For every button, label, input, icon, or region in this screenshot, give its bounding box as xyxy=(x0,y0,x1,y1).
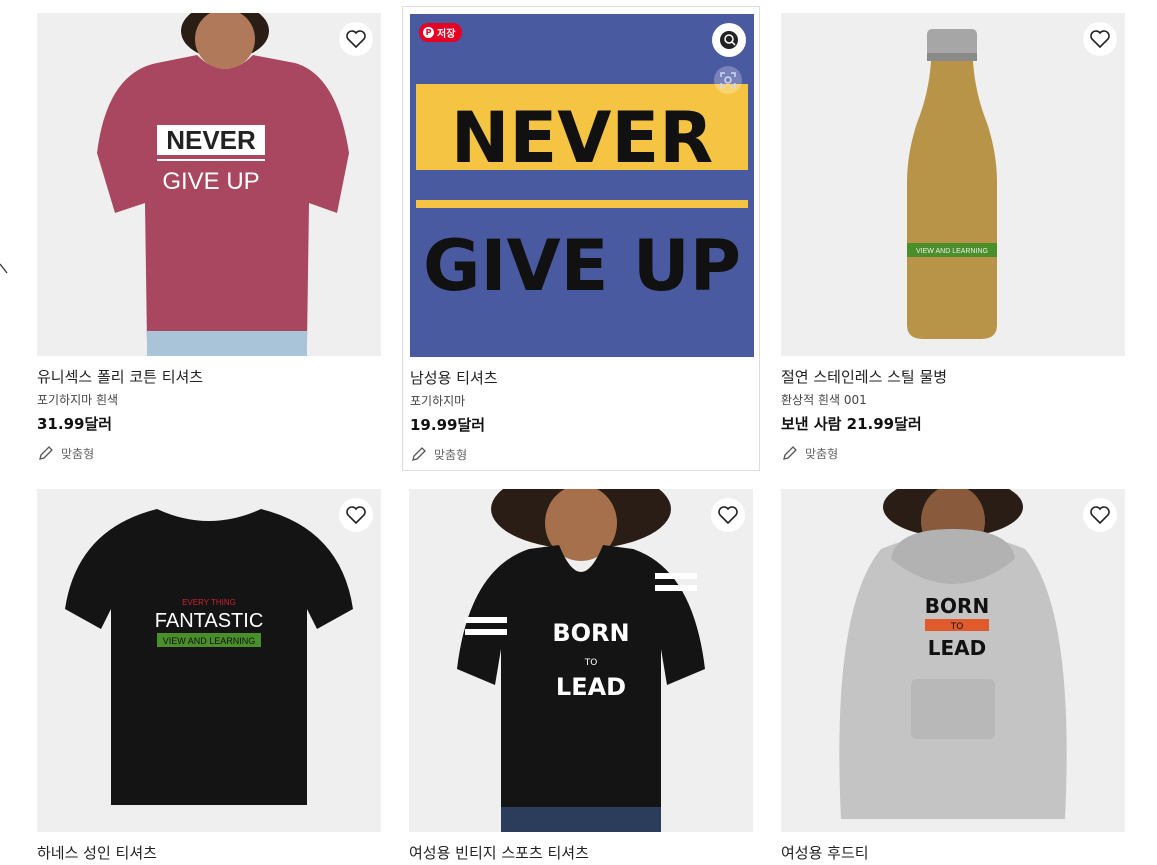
favorite-button[interactable] xyxy=(1083,498,1117,532)
pinterest-save-button[interactable]: P 저장 xyxy=(419,23,463,42)
product-title[interactable]: 여성용 빈티지 스포츠 티셔츠 xyxy=(409,842,753,863)
product-image[interactable]: NEVER GIVE UP xyxy=(37,13,381,356)
vintage-sports-tee-illustration: BORN TO LEAD xyxy=(409,489,753,832)
product-title[interactable]: 여성용 후드티 xyxy=(781,842,1125,863)
favorite-button[interactable] xyxy=(712,23,746,57)
customize-label: 맞춤형 xyxy=(805,446,839,461)
customize-link[interactable]: 맞춤형 xyxy=(37,444,381,462)
customize-link[interactable]: 맞춤형 xyxy=(781,444,1125,462)
design-text: BORN xyxy=(552,619,629,647)
black-tshirt-illustration: EVERY THING FANTASTIC VIEW AND LEARNING xyxy=(37,489,381,832)
never-give-up-poster: NEVER GIVE UP xyxy=(410,14,754,357)
product-image[interactable]: NEVER GIVE UP P 저장 xyxy=(410,14,754,357)
design-text: LEAD xyxy=(928,636,987,660)
product-image[interactable]: BORN TO LEAD xyxy=(781,489,1125,832)
product-subtitle: 포기하지마 xyxy=(410,394,466,408)
hoodie-illustration: BORN TO LEAD xyxy=(781,489,1125,832)
lens-search-button[interactable] xyxy=(714,66,742,94)
design-text: LEAD xyxy=(556,673,626,701)
product-card[interactable]: EVERY THING FANTASTIC VIEW AND LEARNING … xyxy=(37,489,381,863)
product-price: 31.99달러 xyxy=(37,415,113,433)
heart-icon xyxy=(718,506,738,524)
product-price: 19.99달러 xyxy=(410,416,486,434)
design-text: BORN xyxy=(925,594,989,618)
lens-icon xyxy=(720,72,736,88)
product-image[interactable]: EVERY THING FANTASTIC VIEW AND LEARNING xyxy=(37,489,381,832)
product-card[interactable]: VIEW AND LEARNING 절연 스테인레스 스틸 물병 환상적 흰색 … xyxy=(781,13,1125,462)
visual-search-icon xyxy=(720,31,738,49)
design-text: NEVER xyxy=(166,125,256,155)
design-text: VIEW AND LEARNING xyxy=(163,636,256,646)
pencil-icon xyxy=(39,446,53,460)
favorite-button[interactable] xyxy=(711,498,745,532)
product-image[interactable]: BORN TO LEAD xyxy=(409,489,753,832)
product-title[interactable]: 남성용 티셔츠 xyxy=(410,367,752,388)
product-card[interactable]: BORN TO LEAD 여성용 후드티 xyxy=(781,489,1125,863)
pinterest-icon: P xyxy=(423,27,434,38)
favorite-button[interactable] xyxy=(339,498,373,532)
design-text: TO xyxy=(584,658,598,668)
design-text: GIVE UP xyxy=(423,225,741,307)
water-bottle-illustration: VIEW AND LEARNING xyxy=(781,13,1125,356)
design-text: EVERY THING xyxy=(182,598,236,607)
product-card[interactable]: NEVER GIVE UP 유니섹스 폴리 코튼 티셔츠 포기하지마 흰색 31… xyxy=(37,13,381,462)
favorite-button[interactable] xyxy=(1083,22,1117,56)
product-card[interactable]: BORN TO LEAD 여성용 빈티지 스포츠 티셔츠 xyxy=(409,489,753,863)
customize-label: 맞춤형 xyxy=(61,446,95,461)
customize-label: 맞춤형 xyxy=(434,447,468,462)
design-text: GIVE UP xyxy=(162,168,259,195)
favorite-button[interactable] xyxy=(339,22,373,56)
product-title[interactable]: 절연 스테인레스 스틸 물병 xyxy=(781,366,1125,387)
product-subtitle: 포기하지마 흰색 xyxy=(37,393,119,407)
product-title[interactable]: 유니섹스 폴리 코튼 티셔츠 xyxy=(37,366,381,387)
product-title[interactable]: 하네스 성인 티셔츠 xyxy=(37,842,381,863)
chevron-left-icon[interactable] xyxy=(0,262,10,276)
pencil-icon xyxy=(783,446,797,460)
tshirt-model-illustration: NEVER GIVE UP xyxy=(37,13,381,356)
pin-label: 저장 xyxy=(437,29,456,40)
product-image[interactable]: VIEW AND LEARNING xyxy=(781,13,1125,356)
heart-icon xyxy=(1090,506,1110,524)
design-text: TO xyxy=(950,622,964,632)
product-card[interactable]: NEVER GIVE UP P 저장 남성용 티셔츠 포기하지마 19.99달러… xyxy=(402,6,760,471)
heart-icon xyxy=(1090,30,1110,48)
pencil-icon xyxy=(412,447,426,461)
design-text: VIEW AND LEARNING xyxy=(916,248,988,255)
product-price: 보낸 사람 21.99달러 xyxy=(781,415,922,433)
product-subtitle: 환상적 흰색 001 xyxy=(781,393,867,407)
design-text: NEVER xyxy=(451,97,713,179)
design-text: FANTASTIC xyxy=(155,610,264,632)
heart-icon xyxy=(346,30,366,48)
customize-link[interactable]: 맞춤형 xyxy=(410,445,752,463)
heart-icon xyxy=(346,506,366,524)
